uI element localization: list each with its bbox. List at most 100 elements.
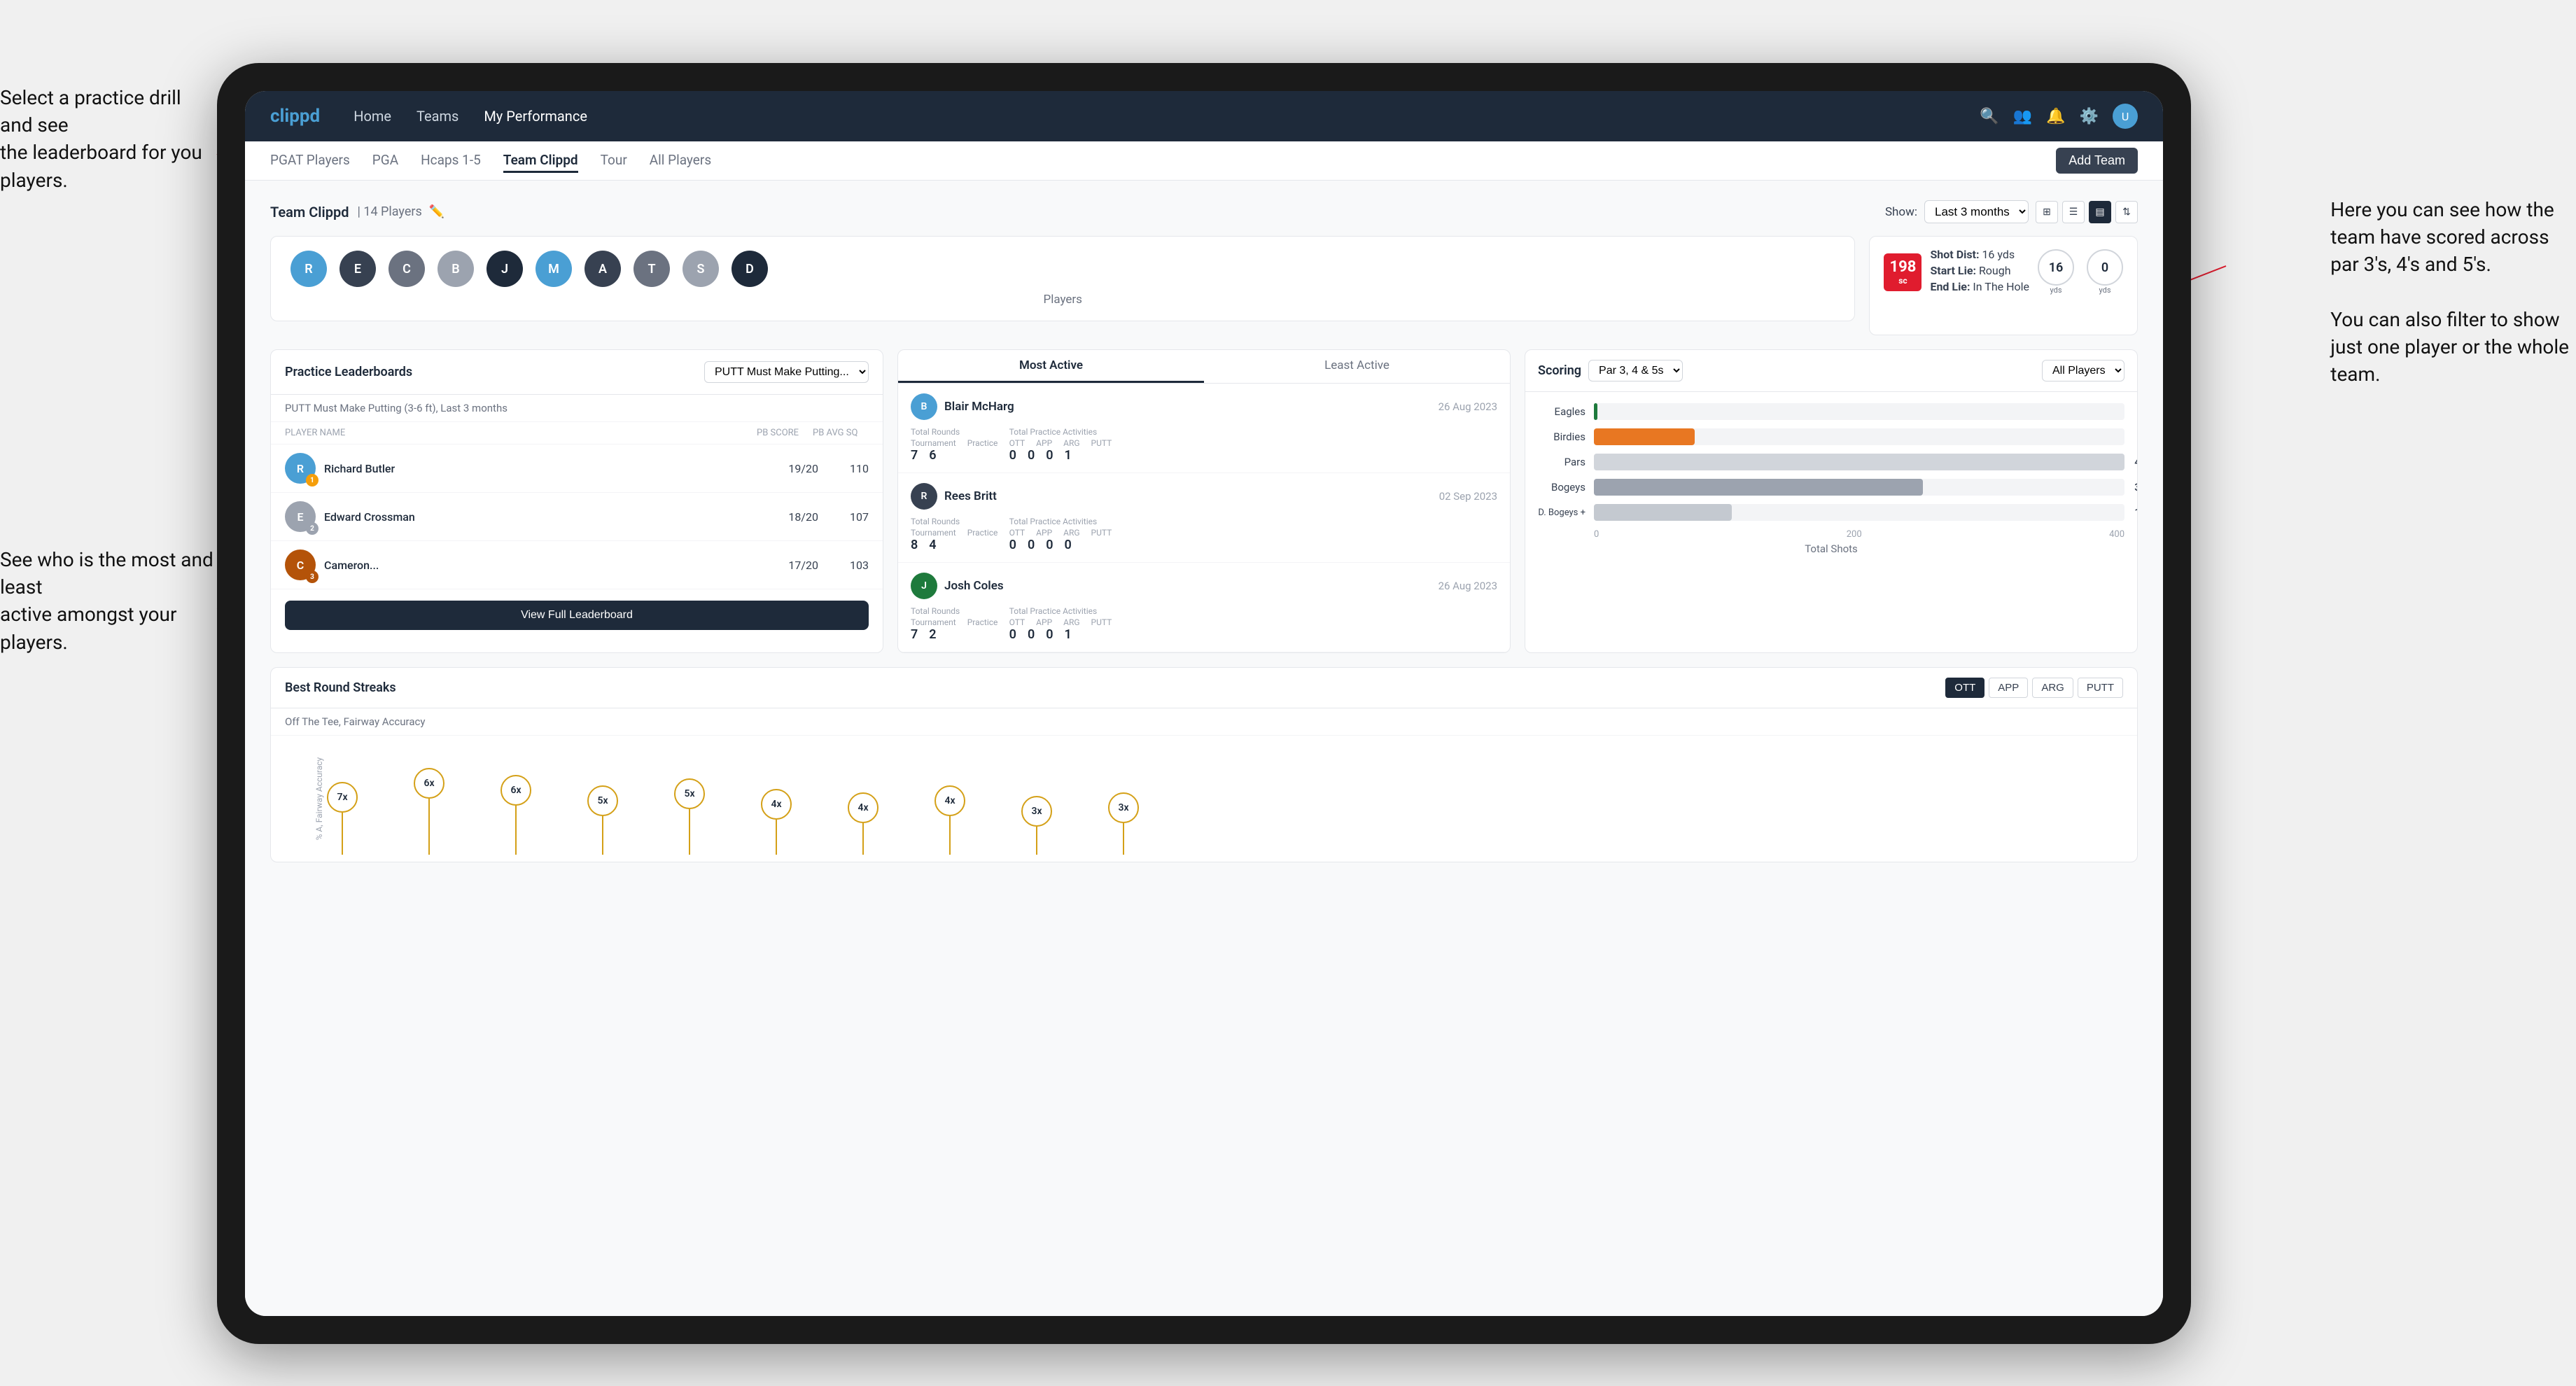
add-team-button[interactable]: Add Team [2056,148,2138,174]
logo: clippd [270,106,320,127]
streak-node-3: 6x [500,775,531,855]
player-avatar-10[interactable]: D [732,251,768,287]
sub-nav-team-clippd[interactable]: Team Clippd [503,149,578,173]
lb-avatar-2[interactable]: E 2 [285,501,316,532]
nav-teams[interactable]: Teams [416,105,458,127]
streaks-card: Best Round Streaks OTT APP ARG PUTT Off … [270,667,2138,862]
streak-circle-6: 4x [761,789,792,820]
player-avatar-1[interactable]: R [290,251,327,287]
y-axis-label: % A, Fairway Accuracy [314,757,324,840]
lb-name-1: Richard Butler [324,462,768,475]
sub-nav-pgat[interactable]: PGAT Players [270,149,350,173]
pa-date-3: 26 Aug 2023 [1438,580,1497,592]
tablet-frame: clippd Home Teams My Performance 🔍 👥 🔔 ⚙… [217,63,2191,1344]
streak-filter-ott[interactable]: OTT [1945,678,1984,698]
edit-icon[interactable]: ✏️ [429,204,444,219]
lb-score-3: 17/20 [776,559,818,572]
pa-stat-group: Total Rounds TournamentPractice 76 [911,427,1005,463]
streak-circle-10: 3x [1108,792,1139,823]
sub-nav-all-players[interactable]: All Players [650,149,711,173]
team-count: | 14 Players [357,204,421,219]
show-select[interactable]: Last 3 months [1924,200,2029,223]
player-avatar-3[interactable]: C [388,251,425,287]
lb-name-2: Edward Crossman [324,510,768,524]
team-header: Team Clippd | 14 Players ✏️ Show: Last 3… [270,200,2138,223]
activity-tab-least-active[interactable]: Least Active [1204,350,1510,383]
chart-fill-dbogeys [1594,504,1732,521]
lb-col-headers: PLAYER NAME PB SCORE PB AVG SQ [271,422,883,444]
sub-nav-hcaps[interactable]: Hcaps 1-5 [421,149,481,173]
players-avatars: R E C B J M A T S D [290,251,1835,287]
player-avatar-8[interactable]: T [634,251,670,287]
player-avatar-4[interactable]: B [438,251,474,287]
sub-nav-pga[interactable]: PGA [372,149,398,173]
streak-circle-5: 5x [674,778,705,809]
streak-node-2: 6x [414,768,444,855]
list-view-button[interactable]: ☰ [2062,201,2085,223]
nav-home[interactable]: Home [354,105,391,127]
player-activity-row: J Josh Coles 26 Aug 2023 Total Rounds To… [898,563,1510,652]
streak-filter-app[interactable]: APP [1989,678,2028,698]
streak-stem-6 [776,820,777,855]
settings-icon[interactable]: ⚙️ [2080,108,2099,125]
shot-details: Shot Dist: 16 yds Start Lie: Rough End L… [1930,248,2029,296]
annotation-top-right: Here you can see how the team have score… [2330,196,2569,388]
streak-node-5: 5x [674,778,705,855]
player-avatar-9[interactable]: S [682,251,719,287]
bell-icon[interactable]: 🔔 [2046,108,2065,125]
streak-stem-4 [602,816,603,855]
lb-avg-3: 103 [827,559,869,572]
lb-avatar-3[interactable]: C 3 [285,550,316,580]
streak-node-9: 3x [1021,796,1052,855]
chart-x-axis: 0 200 400 [1538,529,2124,540]
sub-nav-tour[interactable]: Tour [601,149,627,173]
user-avatar[interactable]: U [2113,104,2138,129]
practice-leaderboards-card: Practice Leaderboards PUTT Must Make Put… [270,349,883,653]
player-activity-row: B Blair McHarg 26 Aug 2023 Total Rounds … [898,384,1510,473]
nav-my-performance[interactable]: My Performance [484,105,587,127]
streak-filter-putt[interactable]: PUTT [2078,678,2123,698]
streak-filter-arg[interactable]: ARG [2032,678,2073,698]
chart-track-pars: 499 [1594,454,2124,470]
player-avatar-7[interactable]: A [584,251,621,287]
pa-date-2: 02 Sep 2023 [1439,490,1497,503]
pa-stat-group-practice: Total Practice Activities OTTAPPARGPUTT … [1009,606,1497,642]
scoring-player-select[interactable]: All Players [2042,360,2124,382]
streak-node-4: 5x [587,785,618,855]
lb-avg-1: 110 [827,462,869,475]
lb-badge-bronze: 3 [306,570,318,583]
drill-select[interactable]: PUTT Must Make Putting... [704,361,869,383]
people-icon[interactable]: 👥 [2013,108,2032,125]
activity-tab-most-active[interactable]: Most Active [898,350,1204,383]
player-avatar-6[interactable]: M [536,251,572,287]
streak-stem-8 [949,816,951,855]
scoring-title: Scoring [1538,363,1581,378]
chart-bar-eagles: Eagles 3 [1538,403,2124,420]
grid-view-button[interactable]: ⊞ [2036,201,2058,223]
player-avatar-2[interactable]: E [340,251,376,287]
scoring-filter-select[interactable]: Par 3, 4 & 5s [1588,360,1683,382]
search-icon[interactable]: 🔍 [1980,108,1998,125]
leaderboard-subtitle: PUTT Must Make Putting (3-6 ft), Last 3 … [271,395,883,422]
player-avatar-5[interactable]: J [486,251,523,287]
pa-date-1: 26 Aug 2023 [1438,400,1497,413]
chart-track-birdies: 96 [1594,428,2124,445]
pa-stat-group-practice: Total Practice Activities OTTAPPARGPUTT … [1009,517,1497,552]
scoring-chart: Eagles 3 Birdies [1525,392,2137,569]
pa-avatar-2: R [911,483,937,510]
card-view-button[interactable]: ▤ [2089,201,2111,223]
yds-circle-2: 0 [2087,249,2123,286]
view-full-leaderboard-button[interactable]: View Full Leaderboard [285,601,869,630]
streak-stem-10 [1123,823,1124,855]
lb-score-1: 19/20 [776,462,818,475]
pa-header: R Rees Britt 02 Sep 2023 [911,483,1497,510]
streak-node-7: 4x [848,792,878,855]
filter-button[interactable]: ⇅ [2115,201,2138,223]
player-activity-row: R Rees Britt 02 Sep 2023 Total Rounds To… [898,473,1510,563]
nav-icons: 🔍 👥 🔔 ⚙️ U [1980,104,2138,129]
streak-circle-8: 4x [934,785,965,816]
chart-fill-eagles [1594,403,1597,420]
lb-avatar-1[interactable]: R 1 [285,453,316,484]
lb-row: E 2 Edward Crossman 18/20 107 [271,493,883,541]
chart-track-dbogeys: 131 [1594,504,2124,521]
